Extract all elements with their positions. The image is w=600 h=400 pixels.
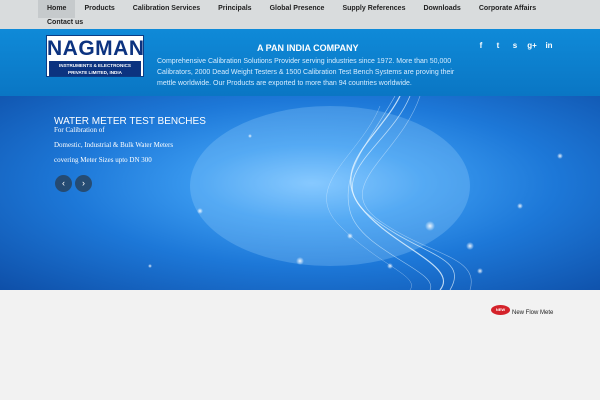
nav-products[interactable]: Products [75,0,123,18]
company-tagline: A PAN INDIA COMPANY [257,43,359,53]
top-nav: Home Products Calibration Services Princ… [0,0,600,29]
linkedin-icon[interactable]: in [544,41,554,51]
slider-prev-button[interactable]: ‹ [55,175,72,192]
logo-wordmark: NAGMAN [47,37,145,60]
nav-supply-references[interactable]: Supply References [333,0,414,18]
hero-line-1: For Calibration of [54,126,105,134]
nav-contact-us[interactable]: Contact us [38,17,92,29]
news-text[interactable]: New Flow Mete [512,310,553,316]
company-logo[interactable]: NAGMAN INSTRUMENTS & ELECTRONICS PRIVATE… [46,35,144,77]
nav-principals[interactable]: Principals [209,0,260,18]
new-badge: NEW [491,304,510,315]
site-header: NAGMAN INSTRUMENTS & ELECTRONICS PRIVATE… [0,29,600,96]
twitter-icon[interactable]: t [493,41,503,51]
nav-calibration-services[interactable]: Calibration Services [124,0,209,18]
logo-line-2: PRIVATE LIMITED, INDIA [68,69,122,75]
nav-home[interactable]: Home [38,0,76,18]
facebook-icon[interactable]: f [476,41,486,51]
nav-row: Home Products Calibration Services Princ… [38,0,545,18]
hero-line-2: Domestic, Industrial & Bulk Water Meters [54,141,174,149]
company-intro: Comprehensive Calibration Solutions Prov… [157,58,455,87]
news-ticker[interactable]: NEW New Flow Mete [491,303,553,316]
nav-downloads[interactable]: Downloads [414,0,469,18]
skype-icon[interactable]: s [510,41,520,51]
logo-line-1: INSTRUMENTS & ELECTRONICS [59,62,131,68]
slider-next-button[interactable]: › [75,175,92,192]
hero-line-3: covering Meter Sizes upto DN 300 [54,156,152,164]
nav-corporate-affairs[interactable]: Corporate Affairs [470,0,545,18]
logo-subtitle: INSTRUMENTS & ELECTRONICS PRIVATE LIMITE… [49,61,141,76]
google-plus-icon[interactable]: g+ [527,41,537,51]
nav-global-presence[interactable]: Global Presence [261,0,334,18]
hero-slider: WATER METER TEST BENCHES For Calibration… [0,96,600,290]
social-links: f t s g+ in [476,41,554,51]
